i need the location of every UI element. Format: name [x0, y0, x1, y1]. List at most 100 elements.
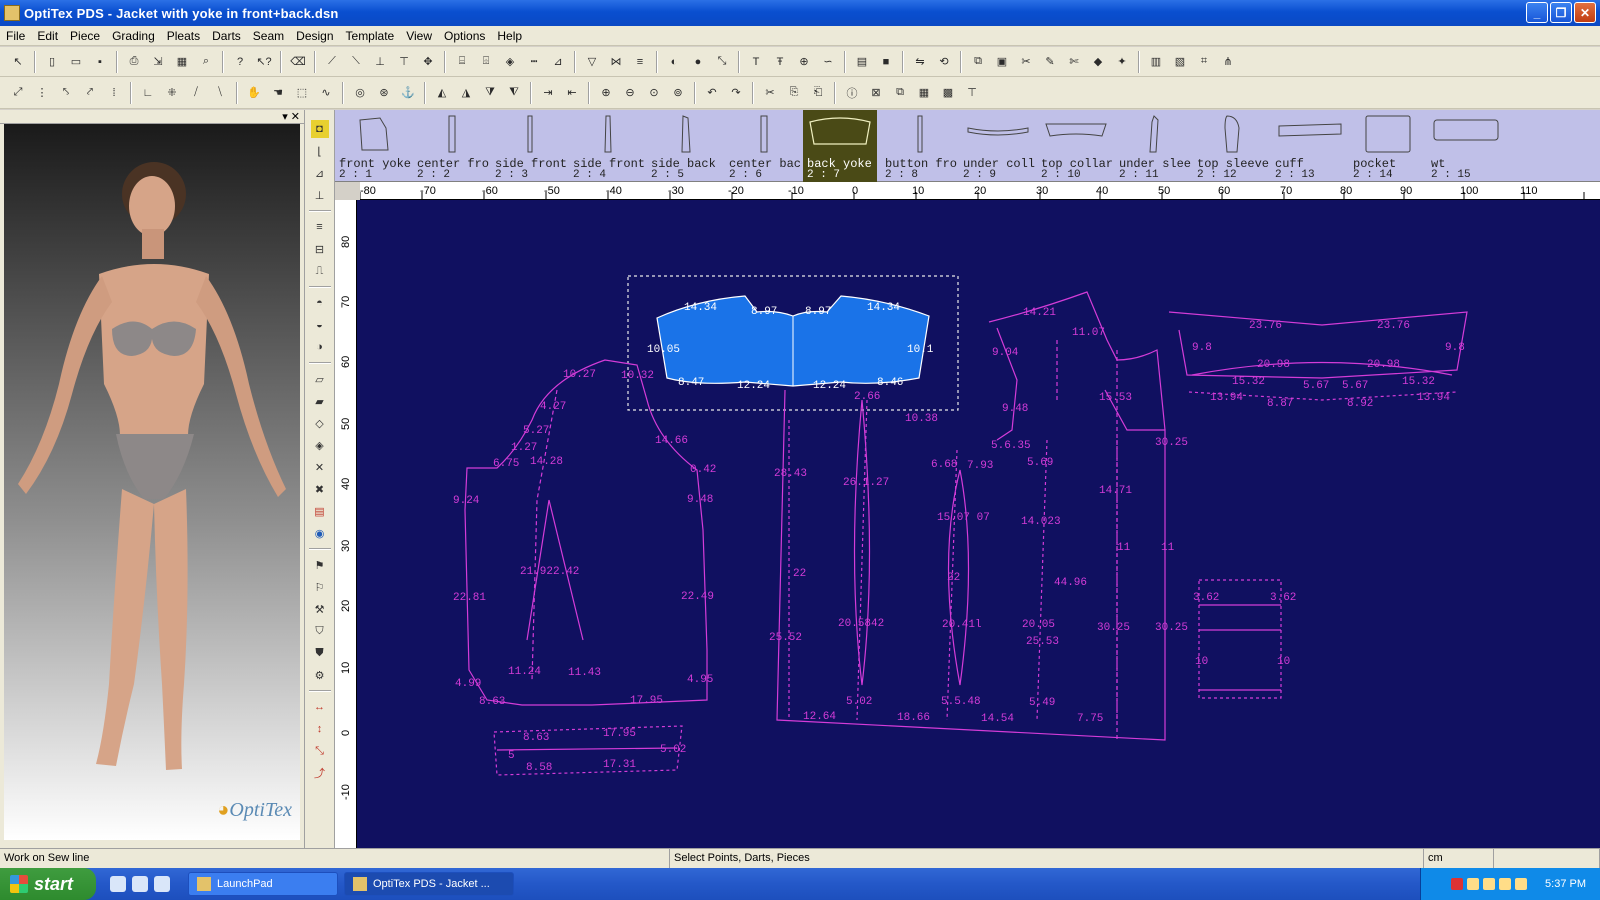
mirror-left-icon[interactable]: ◭: [432, 83, 452, 103]
move-point-icon[interactable]: ✥: [418, 52, 438, 72]
grade-rules-icon[interactable]: ⤣: [56, 83, 76, 103]
yellow-piece-icon[interactable]: ◘: [310, 120, 329, 138]
import-icon[interactable]: ⇥: [538, 83, 558, 103]
point-tool-icon[interactable]: ⊥: [370, 52, 390, 72]
tag-icon[interactable]: ◆: [1088, 52, 1108, 72]
flip-icon[interactable]: ⇋: [910, 52, 930, 72]
piece-side-front-1[interactable]: side front 2 : 3: [491, 110, 569, 182]
piece-arrange-icon[interactable]: ▩: [938, 83, 958, 103]
help-icon[interactable]: ?: [230, 52, 250, 72]
close-button[interactable]: ✕: [1574, 2, 1596, 23]
blue-circle-icon[interactable]: ◉: [311, 524, 329, 542]
zoom-find-icon[interactable]: ⌕: [196, 52, 216, 72]
circle-tool-icon[interactable]: ◎: [350, 83, 370, 103]
garment-c-icon[interactable]: ⚒: [311, 600, 329, 618]
measure-icon[interactable]: ⤡: [712, 52, 732, 72]
notch-tool-icon[interactable]: ⊤: [394, 52, 414, 72]
garment-d-icon[interactable]: ⛉: [311, 622, 329, 640]
menu-edit[interactable]: Edit: [31, 29, 64, 43]
piece-wt[interactable]: wt 2 : 15: [1427, 110, 1505, 182]
target-icon[interactable]: ⊛: [374, 83, 394, 103]
lock-icon[interactable]: ⊟: [311, 240, 329, 258]
firefox-icon[interactable]: [154, 876, 170, 892]
fill-icon[interactable]: ■: [876, 52, 896, 72]
export-excel-icon[interactable]: ▦: [172, 52, 192, 72]
nodes-icon[interactable]: ⋔: [1218, 52, 1238, 72]
3d-avatar-viewer[interactable]: ◕OptiTex: [4, 124, 300, 840]
globe-icon[interactable]: ●: [688, 52, 708, 72]
garment-b-icon[interactable]: ⚐: [311, 578, 329, 596]
stair-icon[interactable]: ⌊: [311, 142, 329, 160]
measure-h-icon[interactable]: ↔: [311, 698, 329, 716]
grade-table-icon[interactable]: ⋮: [32, 83, 52, 103]
grade-stack-icon[interactable]: ⁞: [104, 83, 124, 103]
zoom-fit-icon[interactable]: ⊙: [644, 83, 664, 103]
line-tool-icon[interactable]: ⟋: [322, 52, 342, 72]
pleat-d-icon[interactable]: ◈: [311, 436, 329, 454]
slope-icon[interactable]: ⧸: [186, 83, 206, 103]
magic-icon[interactable]: ✦: [1112, 52, 1132, 72]
zoom-in-icon[interactable]: ⊕: [596, 83, 616, 103]
menu-seam[interactable]: Seam: [247, 29, 290, 43]
pleat-a-icon[interactable]: ▱: [311, 370, 329, 388]
restore-button[interactable]: ❐: [1550, 2, 1572, 23]
pleat-b-icon[interactable]: ▰: [311, 392, 329, 410]
piece-top-sleeve[interactable]: top sleeve 2 : 12: [1193, 110, 1271, 182]
close-icon[interactable]: ▾ ✕: [282, 110, 300, 123]
piece-copy-icon[interactable]: ⧉: [890, 83, 910, 103]
pattern-canvas[interactable]: 14.34 8.97 8.97 14.34 10.05 10.1 8.47 12…: [357, 200, 1600, 848]
hand-pan-icon[interactable]: ✋: [244, 83, 264, 103]
wave-icon[interactable]: ∽: [818, 52, 838, 72]
cut-icon[interactable]: ✂: [760, 83, 780, 103]
tray-icon-update[interactable]: [1515, 878, 1528, 890]
start-button[interactable]: start: [0, 868, 96, 900]
hand-grab-icon[interactable]: ☚: [268, 83, 288, 103]
cut-piece-icon[interactable]: ✂: [1016, 52, 1036, 72]
menu-file[interactable]: File: [0, 29, 31, 43]
mirror-v-icon[interactable]: ⧩: [480, 83, 500, 103]
context-help-icon[interactable]: ↖?: [254, 52, 274, 72]
pleat-icon[interactable]: ⋈: [606, 52, 626, 72]
ruler-icon[interactable]: ⊿: [548, 52, 568, 72]
zoom-window-icon[interactable]: ⊚: [668, 83, 688, 103]
garment-a-icon[interactable]: ⚑: [311, 556, 329, 574]
text-icon[interactable]: T: [746, 52, 766, 72]
piece-side-front-2[interactable]: side front 2 : 4: [569, 110, 647, 182]
paste-icon[interactable]: ⎗: [808, 83, 828, 103]
curve-icon[interactable]: ∿: [316, 83, 336, 103]
grade-points-icon[interactable]: ⤢: [8, 83, 28, 103]
piece-back-yoke[interactable]: back yoke 2 : 7: [803, 110, 877, 182]
piece-front-yoke[interactable]: front yoke 2 : 1: [335, 110, 413, 182]
notch-b-icon[interactable]: ◒: [311, 316, 329, 334]
export-icon[interactable]: ⇤: [562, 83, 582, 103]
menu-pleats[interactable]: Pleats: [161, 29, 206, 43]
slope-icon[interactable]: ⊿: [311, 164, 329, 182]
piece-info-icon[interactable]: ⓘ: [842, 83, 862, 103]
layout-icon[interactable]: ▤: [852, 52, 872, 72]
nest-icon[interactable]: ⁜: [162, 83, 182, 103]
garment-e-icon[interactable]: ⛊: [311, 644, 329, 662]
piece-tree-icon[interactable]: ⊤: [962, 83, 982, 103]
angle-icon[interactable]: ∟: [138, 83, 158, 103]
piece-center-back[interactable]: center bac 2 : 6: [725, 110, 803, 182]
piece-under-collar[interactable]: under coll 2 : 9: [959, 110, 1037, 182]
new-file-icon[interactable]: ▯: [42, 52, 62, 72]
piece-pocket[interactable]: pocket 2 : 14: [1349, 110, 1427, 182]
book-icon[interactable]: ▧: [1170, 52, 1190, 72]
piece-cuff[interactable]: cuff 2 : 13: [1271, 110, 1349, 182]
dart-icon[interactable]: ▽: [582, 52, 602, 72]
select-rect-icon[interactable]: ⬚: [292, 83, 312, 103]
hierarchy-icon[interactable]: ⌗: [1194, 52, 1214, 72]
piece-group-icon[interactable]: ▦: [914, 83, 934, 103]
grid-diamond-icon[interactable]: ◈: [500, 52, 520, 72]
eraser-icon[interactable]: ⌫: [288, 52, 308, 72]
shirt-icon[interactable]: ⎍: [311, 262, 329, 280]
copy-icon[interactable]: ⎘: [784, 83, 804, 103]
dashes-icon[interactable]: ┅: [524, 52, 544, 72]
notch-a-icon[interactable]: ◓: [311, 294, 329, 312]
tray-icon-security[interactable]: [1499, 878, 1512, 890]
menu-piece[interactable]: Piece: [64, 29, 106, 43]
measure-diag-icon[interactable]: ⤡: [311, 742, 329, 760]
open-book-icon[interactable]: ▥: [1146, 52, 1166, 72]
ie-icon[interactable]: [110, 876, 126, 892]
